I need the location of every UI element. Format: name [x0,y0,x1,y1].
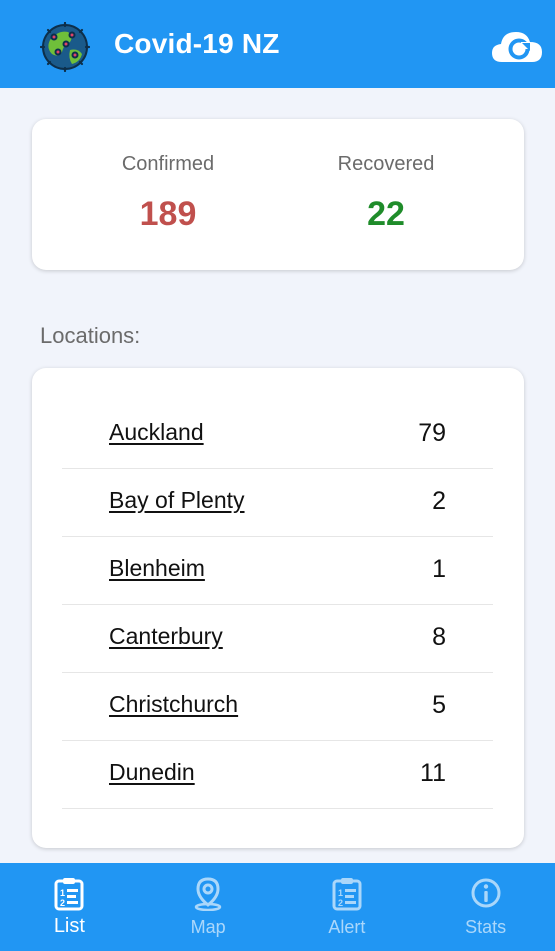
location-row[interactable]: Christchurch 5 [62,673,493,741]
nav-label-stats: Stats [465,917,507,937]
location-row[interactable]: Bay of Plenty 2 [62,469,493,537]
info-circle-icon [471,878,501,908]
location-row[interactable]: Dunedin 11 [62,741,493,809]
summary-card: Confirmed 189 Recovered 22 [32,119,524,270]
location-name[interactable]: Canterbury [109,623,223,650]
nav-label-map: Map [190,917,226,937]
location-count: 5 [432,691,446,719]
svg-text:1: 1 [60,888,65,898]
location-count: 2 [432,487,446,515]
location-name[interactable]: Blenheim [109,555,205,582]
location-row[interactable]: Auckland 79 [62,401,493,469]
recovered-value: 22 [367,195,405,233]
list-clipboard-icon: 1 2 [54,878,84,911]
svg-text:1: 1 [338,888,343,898]
nav-item-alert[interactable]: 1 2 Alert [278,863,417,951]
confirmed-value: 189 [139,195,197,233]
location-row[interactable]: Canterbury 8 [62,605,493,673]
location-name[interactable]: Bay of Plenty [109,487,245,514]
location-row[interactable]: Blenheim 1 [62,537,493,605]
locations-heading: Locations: [40,323,141,348]
svg-text:2: 2 [60,898,65,908]
recovered-label: Recovered [337,153,435,175]
virus-globe-icon [40,22,90,72]
location-count: 1 [432,555,446,583]
map-pin-icon [194,877,222,911]
nav-label-list: List [53,915,85,937]
location-count: 8 [432,623,446,651]
alert-clipboard-icon: 1 2 [332,878,362,911]
app-header: Covid-19 NZ [0,0,555,88]
confirmed-label: Confirmed [121,153,215,175]
nav-label-alert: Alert [328,917,366,937]
location-name[interactable]: Christchurch [109,691,238,718]
bottom-nav: 1 2 List Map 1 2 Alert Stats [0,863,555,951]
location-name[interactable]: Dunedin [109,759,195,786]
svg-text:2: 2 [338,898,343,908]
locations-list: Auckland 79 Bay of Plenty 2 Blenheim 1 C… [62,401,493,809]
locations-card: Auckland 79 Bay of Plenty 2 Blenheim 1 C… [32,368,524,848]
app-title: Covid-19 NZ [114,28,280,59]
app-root: Covid-19 NZ Confirmed 189 Recovered 22 L… [0,0,555,951]
location-count: 11 [420,759,446,787]
nav-item-map[interactable]: Map [139,863,278,951]
nav-item-stats[interactable]: Stats [416,863,555,951]
cloud-refresh-icon[interactable] [490,26,544,66]
location-count: 79 [418,419,446,447]
location-name[interactable]: Auckland [109,419,204,446]
nav-item-list[interactable]: 1 2 List [0,863,139,951]
